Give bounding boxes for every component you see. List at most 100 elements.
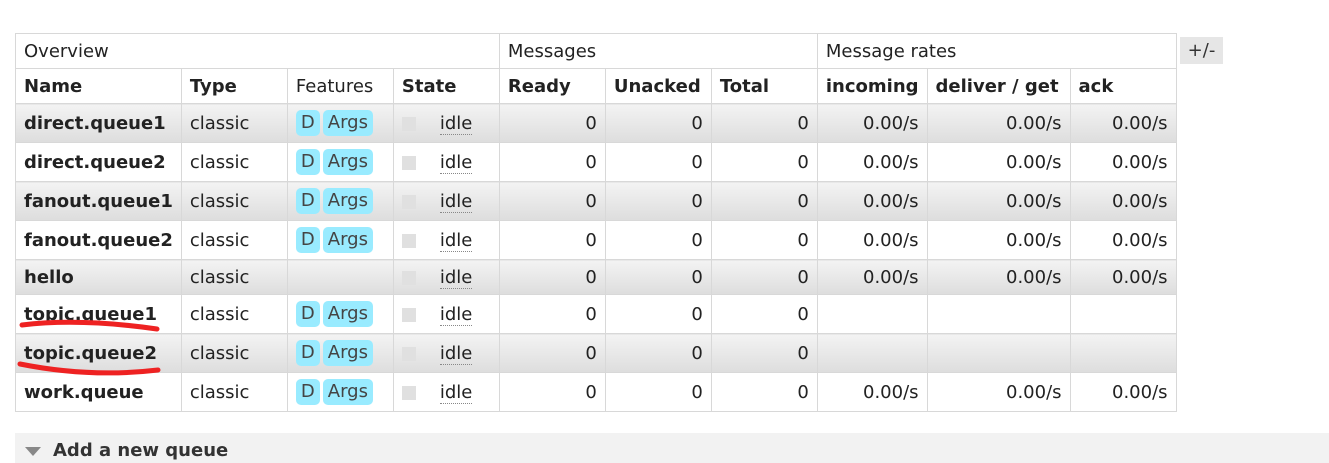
col-features: Features (286, 68, 394, 104)
state-indicator-icon (401, 385, 416, 400)
queue-name-link[interactable]: hello (15, 259, 182, 295)
deliver-get-rate: 0.00/s (926, 259, 1071, 295)
feature-tag[interactable]: D (295, 301, 320, 327)
queue-state: idle (392, 372, 500, 412)
ready-count: 0 (498, 294, 606, 334)
feature-tag[interactable]: D (295, 188, 320, 214)
feature-tag[interactable]: Args (322, 188, 373, 214)
deliver-get-rate: 0.00/s (926, 181, 1071, 221)
unacked-count: 0 (604, 181, 712, 221)
col-type[interactable]: Type (180, 68, 288, 104)
col-total[interactable]: Total (710, 68, 818, 104)
queue-name-link[interactable]: direct.queue2 (15, 142, 182, 182)
state-indicator-icon (401, 307, 416, 322)
queue-name-link[interactable]: direct.queue1 (15, 103, 182, 143)
ack-rate: 0.00/s (1069, 372, 1177, 412)
feature-tag[interactable]: Args (322, 110, 373, 136)
incoming-rate (816, 294, 928, 334)
feature-tag[interactable]: Args (322, 227, 373, 253)
feature-tag[interactable]: D (295, 149, 320, 175)
state-text: idle (439, 190, 473, 213)
column-group-header: Overview Messages Message rates (15, 33, 1177, 69)
state-text: idle (439, 151, 473, 174)
queue-state: idle (392, 294, 500, 334)
incoming-rate: 0.00/s (816, 220, 928, 260)
total-count: 0 (710, 294, 818, 334)
total-count: 0 (710, 103, 818, 143)
queue-name-link[interactable]: work.queue (15, 372, 182, 412)
queue-name-link[interactable]: fanout.queue1 (15, 181, 182, 221)
column-header-row: Name Type Features State Ready Unacked T… (15, 68, 1177, 104)
state-indicator-icon (401, 116, 416, 131)
col-incoming[interactable]: incoming (816, 68, 928, 104)
queue-features: D Args (286, 103, 394, 143)
ready-count: 0 (498, 220, 606, 260)
col-unacked[interactable]: Unacked (604, 68, 712, 104)
queue-features (286, 259, 394, 295)
state-indicator-icon (401, 233, 416, 248)
queue-name-link[interactable]: topic.queue2 (15, 333, 182, 373)
state-text: idle (439, 266, 473, 289)
col-name[interactable]: Name (15, 68, 182, 104)
ack-rate: 0.00/s (1069, 259, 1177, 295)
total-count: 0 (710, 333, 818, 373)
deliver-get-rate (926, 294, 1071, 334)
feature-tag[interactable]: D (295, 340, 320, 366)
feature-tag[interactable]: Args (322, 301, 373, 327)
state-text: idle (439, 303, 473, 326)
incoming-rate: 0.00/s (816, 372, 928, 412)
queue-row: topic.queue2 classic D Args idle 0 0 0 (15, 333, 1177, 373)
queue-type: classic (180, 142, 288, 182)
ready-count: 0 (498, 333, 606, 373)
feature-tag[interactable]: D (295, 110, 320, 136)
queue-state: idle (392, 142, 500, 182)
total-count: 0 (710, 372, 818, 412)
total-count: 0 (710, 142, 818, 182)
queues-table: Overview Messages Message rates Name Typ… (15, 33, 1177, 412)
col-state[interactable]: State (392, 68, 500, 104)
queue-name-link[interactable]: topic.queue1 (15, 294, 182, 334)
incoming-rate: 0.00/s (816, 259, 928, 295)
deliver-get-rate: 0.00/s (926, 103, 1071, 143)
queue-features: D Args (286, 220, 394, 260)
ack-rate: 0.00/s (1069, 220, 1177, 260)
group-messages: Messages (498, 33, 818, 69)
queue-type: classic (180, 294, 288, 334)
col-ready[interactable]: Ready (498, 68, 606, 104)
feature-tag[interactable]: Args (322, 340, 373, 366)
feature-tag[interactable]: D (295, 227, 320, 253)
unacked-count: 0 (604, 142, 712, 182)
add-queue-section[interactable]: Add a new queue (15, 433, 1329, 463)
feature-tag[interactable]: Args (322, 149, 373, 175)
feature-tag[interactable]: D (295, 379, 320, 405)
queue-row: fanout.queue1 classic D Args idle 0 0 0 0.00/s 0.… (15, 181, 1177, 221)
queue-features: D Args (286, 142, 394, 182)
unacked-count: 0 (604, 259, 712, 295)
queue-features: D Args (286, 372, 394, 412)
columns-toggle-button[interactable]: +/- (1180, 37, 1223, 64)
unacked-count: 0 (604, 103, 712, 143)
queue-name-link[interactable]: fanout.queue2 (15, 220, 182, 260)
state-indicator-icon (401, 346, 416, 361)
ready-count: 0 (498, 372, 606, 412)
incoming-rate: 0.00/s (816, 103, 928, 143)
total-count: 0 (710, 259, 818, 295)
queue-state: idle (392, 181, 500, 221)
ready-count: 0 (498, 142, 606, 182)
col-ack[interactable]: ack (1069, 68, 1177, 104)
state-indicator-icon (401, 270, 416, 285)
queue-features: D Args (286, 294, 394, 334)
queue-features: D Args (286, 181, 394, 221)
deliver-get-rate (926, 333, 1071, 373)
feature-tag[interactable]: Args (322, 379, 373, 405)
incoming-rate: 0.00/s (816, 142, 928, 182)
queue-type: classic (180, 103, 288, 143)
unacked-count: 0 (604, 372, 712, 412)
ack-rate (1069, 294, 1177, 334)
deliver-get-rate: 0.00/s (926, 220, 1071, 260)
group-overview: Overview (15, 33, 500, 69)
col-deliver-get[interactable]: deliver / get (926, 68, 1071, 104)
queue-type: classic (180, 259, 288, 295)
queue-row: direct.queue2 classic D Args idle 0 0 0 0.00/s 0.… (15, 142, 1177, 182)
ack-rate: 0.00/s (1069, 142, 1177, 182)
